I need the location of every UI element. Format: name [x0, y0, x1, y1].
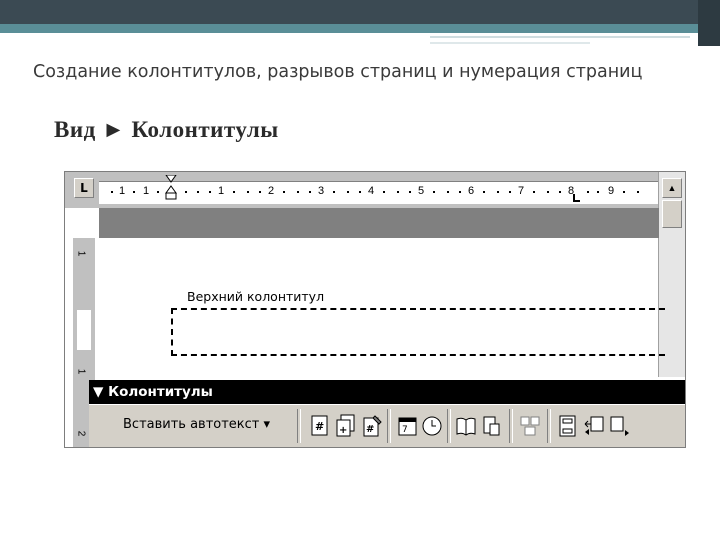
toolbar-separator	[387, 409, 391, 443]
horizontal-ruler[interactable]: 1 1 1 2 3 4 5 6 7 8 9	[99, 175, 659, 204]
page-setup-icon[interactable]	[455, 414, 477, 438]
ruler-number: 1	[75, 250, 87, 257]
ruler-tick	[111, 191, 113, 193]
ruler-tick	[347, 191, 349, 193]
ruler-number: 3	[318, 185, 325, 197]
switch-header-footer-icon[interactable]	[557, 414, 579, 438]
ruler-tick	[333, 191, 335, 193]
insert-page-number-icon[interactable]: #	[309, 414, 331, 438]
header-area[interactable]	[171, 308, 665, 356]
toolbar-title[interactable]: ▼ Колонтитулы	[89, 380, 685, 404]
ruler-tick	[297, 191, 299, 193]
page-top-margin	[99, 208, 659, 238]
ruler-tick	[133, 191, 135, 193]
format-page-number-icon[interactable]: #	[361, 414, 383, 438]
ruler-tick	[185, 191, 187, 193]
previous-icon[interactable]	[583, 414, 605, 438]
decor-line	[430, 42, 590, 44]
ruler-tick	[533, 191, 535, 193]
ruler-tick	[233, 191, 235, 193]
ruler-tick	[637, 191, 639, 193]
ruler-tick	[409, 191, 411, 193]
svg-text:+: +	[339, 425, 347, 436]
toolbar-separator	[297, 409, 301, 443]
svg-text:#: #	[366, 424, 374, 435]
ruler-tick	[497, 191, 499, 193]
ruler-number: 6	[468, 185, 475, 197]
top-band-accent	[0, 24, 720, 33]
ruler-number: 9	[608, 185, 615, 197]
ruler-number: 5	[418, 185, 425, 197]
svg-text:#: #	[315, 420, 324, 433]
tab-selector-button[interactable]: L	[74, 178, 94, 198]
slide-subtitle: Вид ► Колонтитулы	[54, 117, 279, 142]
ruler-tick	[597, 191, 599, 193]
vertical-ruler-text-area	[77, 310, 91, 350]
ruler-tick	[283, 191, 285, 193]
ruler-tick	[397, 191, 399, 193]
toolbar-separator	[447, 409, 451, 443]
ruler-tick	[509, 191, 511, 193]
ruler-number: 2	[75, 430, 87, 437]
toolbar-separator	[547, 409, 551, 443]
ruler-tick	[247, 191, 249, 193]
ruler-number: 1	[143, 185, 150, 197]
ruler-tick	[587, 191, 589, 193]
header-footer-toolbar: Вставить автотекст ▾ # + # 7	[89, 404, 685, 447]
ruler-number: 1	[218, 185, 225, 197]
toolbar-separator	[509, 409, 513, 443]
ruler-number: 1	[75, 368, 87, 375]
indent-marker-icon[interactable]	[165, 175, 177, 205]
ruler-tick	[433, 191, 435, 193]
word-window: L 1 1 1 2 3 4 5 6 7 8 9 ▲ 1 1 2 Верхний …	[64, 171, 686, 448]
top-band-corner	[698, 0, 720, 46]
ruler-tick	[547, 191, 549, 193]
insert-autotext-button[interactable]: Вставить автотекст ▾	[123, 417, 270, 432]
ruler-tick	[209, 191, 211, 193]
next-icon[interactable]	[609, 414, 631, 438]
ruler-number: 4	[368, 185, 375, 197]
header-label: Верхний колонтитул	[185, 289, 327, 304]
ruler-tick	[157, 191, 159, 193]
ruler-tick	[559, 191, 561, 193]
ruler-number: 1	[119, 185, 126, 197]
insert-date-icon[interactable]: 7	[397, 414, 419, 438]
ruler-tick	[483, 191, 485, 193]
slide-title: Создание колонтитулов, разрывов страниц …	[33, 62, 643, 82]
show-hide-text-icon[interactable]	[481, 414, 503, 438]
ruler-tick	[383, 191, 385, 193]
ruler-tick	[623, 191, 625, 193]
scroll-thumb[interactable]	[662, 200, 682, 228]
insert-time-icon[interactable]	[421, 414, 443, 438]
ruler-number: 2	[268, 185, 275, 197]
ruler-tick	[197, 191, 199, 193]
ruler-tick	[309, 191, 311, 193]
same-as-previous-icon[interactable]	[519, 414, 541, 438]
tab-stop-icon[interactable]	[573, 194, 581, 202]
ruler-bar: L 1 1 1 2 3 4 5 6 7 8 9	[65, 172, 685, 208]
insert-page-count-icon[interactable]: +	[335, 414, 357, 438]
ruler-tick	[447, 191, 449, 193]
ruler-tick	[259, 191, 261, 193]
ruler-tick	[459, 191, 461, 193]
svg-text:7: 7	[402, 425, 408, 435]
ruler-number: 7	[518, 185, 525, 197]
top-band	[0, 0, 720, 24]
ruler-tick	[359, 191, 361, 193]
decor-line	[430, 36, 690, 38]
scroll-up-icon[interactable]: ▲	[662, 178, 682, 198]
